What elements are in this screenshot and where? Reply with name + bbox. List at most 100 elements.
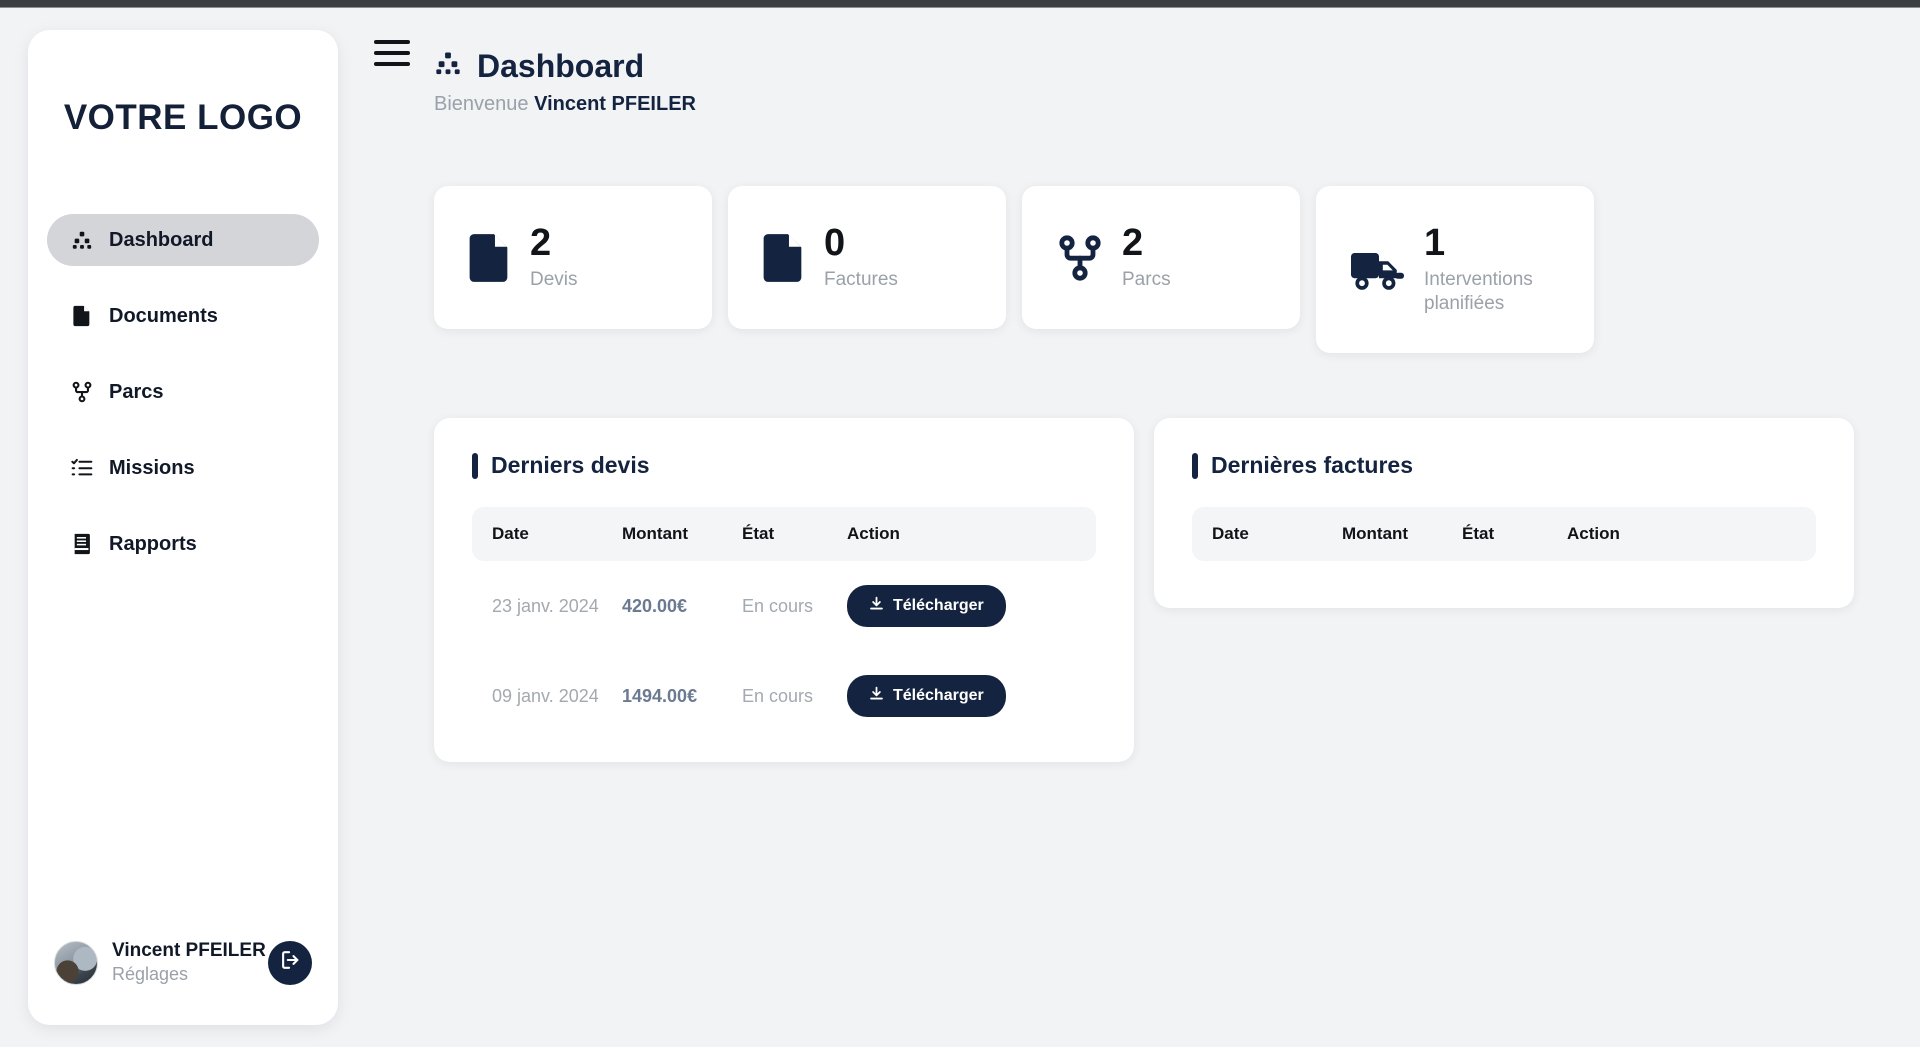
accent-bar	[472, 453, 478, 479]
cell-etat: En cours	[742, 651, 847, 741]
accent-bar	[1192, 453, 1198, 479]
download-button-label: Télécharger	[893, 597, 984, 615]
truck-icon	[1350, 248, 1406, 292]
stat-card-interventions[interactable]: 1 Interventions planifiées	[1316, 186, 1594, 353]
profile-name: Vincent PFEILER	[112, 940, 254, 962]
table-header-row: Date Montant État Action	[472, 507, 1096, 561]
welcome-username: Vincent PFEILER	[534, 93, 696, 115]
sidebar-item-label: Rapports	[109, 533, 197, 556]
logout-button[interactable]	[268, 941, 312, 985]
sidebar-item-label: Parcs	[109, 381, 164, 404]
devis-table: Date Montant État Action 23 janv. 2024 4…	[472, 507, 1096, 741]
factures-table: Date Montant État Action	[1192, 507, 1816, 561]
cell-date: 23 janv. 2024	[472, 561, 622, 651]
pyramid-blocks-icon	[434, 48, 462, 85]
network-nodes-icon	[71, 381, 93, 403]
column-header-action: Action	[1567, 507, 1816, 561]
sidebar-item-label: Dashboard	[109, 229, 213, 252]
stat-card-parcs[interactable]: 2 Parcs	[1022, 186, 1300, 329]
panel-title-text: Derniers devis	[491, 452, 650, 479]
stat-value: 1	[1424, 224, 1560, 262]
sidebar-spacer	[28, 570, 338, 940]
stat-value: 2	[530, 224, 578, 262]
panel-derniers-devis: Derniers devis Date Montant État Action	[434, 418, 1134, 762]
stat-card-devis[interactable]: 2 Devis	[434, 186, 712, 329]
hamburger-bar	[374, 62, 410, 66]
stat-cards: 2 Devis 0 Factures	[434, 186, 1594, 353]
table-row: 23 janv. 2024 420.00€ En cours	[472, 561, 1096, 651]
page-header: Dashboard Bienvenue Vincent PFEILER	[434, 48, 696, 116]
download-button[interactable]: Télécharger	[847, 675, 1006, 717]
stat-label: Interventions planifiées	[1424, 268, 1560, 316]
sidebar-nav: Dashboard Documents	[28, 214, 338, 570]
cell-action: Télécharger	[847, 561, 1096, 651]
panel-title: Derniers devis	[472, 452, 1096, 479]
column-header-etat: État	[1462, 507, 1567, 561]
cell-action: Télécharger	[847, 651, 1096, 741]
column-header-date: Date	[472, 507, 622, 561]
cell-montant: 420.00€	[622, 561, 742, 651]
stat-card-factures[interactable]: 0 Factures	[728, 186, 1006, 329]
hamburger-icon[interactable]	[372, 36, 412, 70]
stat-label: Factures	[824, 268, 898, 292]
sidebar-item-documents[interactable]: Documents	[47, 290, 319, 342]
stat-text: 1 Interventions planifiées	[1424, 224, 1560, 316]
logo: VOTRE LOGO	[28, 98, 338, 138]
devis-table-body: 23 janv. 2024 420.00€ En cours	[472, 561, 1096, 741]
download-icon	[869, 686, 884, 706]
column-header-montant: Montant	[1342, 507, 1462, 561]
sidebar-item-parcs[interactable]: Parcs	[47, 366, 319, 418]
page-title-text: Dashboard	[477, 48, 644, 85]
profile-settings-label[interactable]: Réglages	[112, 964, 254, 985]
cell-montant: 1494.00€	[622, 651, 742, 741]
sidebar-item-dashboard[interactable]: Dashboard	[47, 214, 319, 266]
download-icon	[869, 596, 884, 616]
factures-table-head: Date Montant État Action	[1192, 507, 1816, 561]
checklist-icon	[71, 457, 93, 479]
stat-label: Parcs	[1122, 268, 1171, 292]
stat-text: 2 Devis	[530, 224, 578, 292]
dashboard-panels: Derniers devis Date Montant État Action	[434, 418, 1854, 762]
stat-value: 0	[824, 224, 898, 262]
cell-etat: En cours	[742, 561, 847, 651]
column-header-date: Date	[1192, 507, 1342, 561]
network-nodes-icon	[1056, 232, 1104, 284]
column-header-montant: Montant	[622, 507, 742, 561]
panel-title-text: Dernières factures	[1211, 452, 1413, 479]
stat-label: Devis	[530, 268, 578, 292]
logout-icon	[279, 949, 301, 976]
stat-text: 2 Parcs	[1122, 224, 1171, 292]
column-header-etat: État	[742, 507, 847, 561]
document-icon	[71, 305, 93, 327]
sidebar-item-label: Missions	[109, 457, 195, 480]
column-header-action: Action	[847, 507, 1096, 561]
page-title: Dashboard	[434, 48, 696, 85]
download-button-label: Télécharger	[893, 687, 984, 705]
document-icon	[762, 232, 806, 284]
welcome-prefix: Bienvenue	[434, 93, 529, 115]
cell-date: 09 janv. 2024	[472, 651, 622, 741]
hamburger-bar	[374, 40, 410, 44]
document-icon	[468, 232, 512, 284]
profile-text: Vincent PFEILER Réglages	[112, 940, 254, 985]
sidebar-item-rapports[interactable]: Rapports	[47, 518, 319, 570]
sidebar: VOTRE LOGO Dashboard	[28, 30, 338, 1025]
book-icon	[71, 533, 93, 555]
table-row: 09 janv. 2024 1494.00€ En cours	[472, 651, 1096, 741]
devis-table-head: Date Montant État Action	[472, 507, 1096, 561]
download-button[interactable]: Télécharger	[847, 585, 1006, 627]
main-content: Dashboard Bienvenue Vincent PFEILER 2 De…	[360, 8, 1920, 1047]
welcome-message: Bienvenue Vincent PFEILER	[434, 93, 696, 116]
sidebar-item-label: Documents	[109, 305, 218, 328]
stat-value: 2	[1122, 224, 1171, 262]
panel-title: Dernières factures	[1192, 452, 1816, 479]
sidebar-item-missions[interactable]: Missions	[47, 442, 319, 494]
stat-text: 0 Factures	[824, 224, 898, 292]
avatar	[54, 941, 98, 985]
sidebar-profile[interactable]: Vincent PFEILER Réglages	[28, 940, 338, 1025]
table-header-row: Date Montant État Action	[1192, 507, 1816, 561]
hamburger-bar	[374, 51, 410, 55]
browser-chrome-strip	[0, 0, 1920, 8]
pyramid-blocks-icon	[71, 229, 93, 251]
app-root: VOTRE LOGO Dashboard	[0, 8, 1920, 1047]
